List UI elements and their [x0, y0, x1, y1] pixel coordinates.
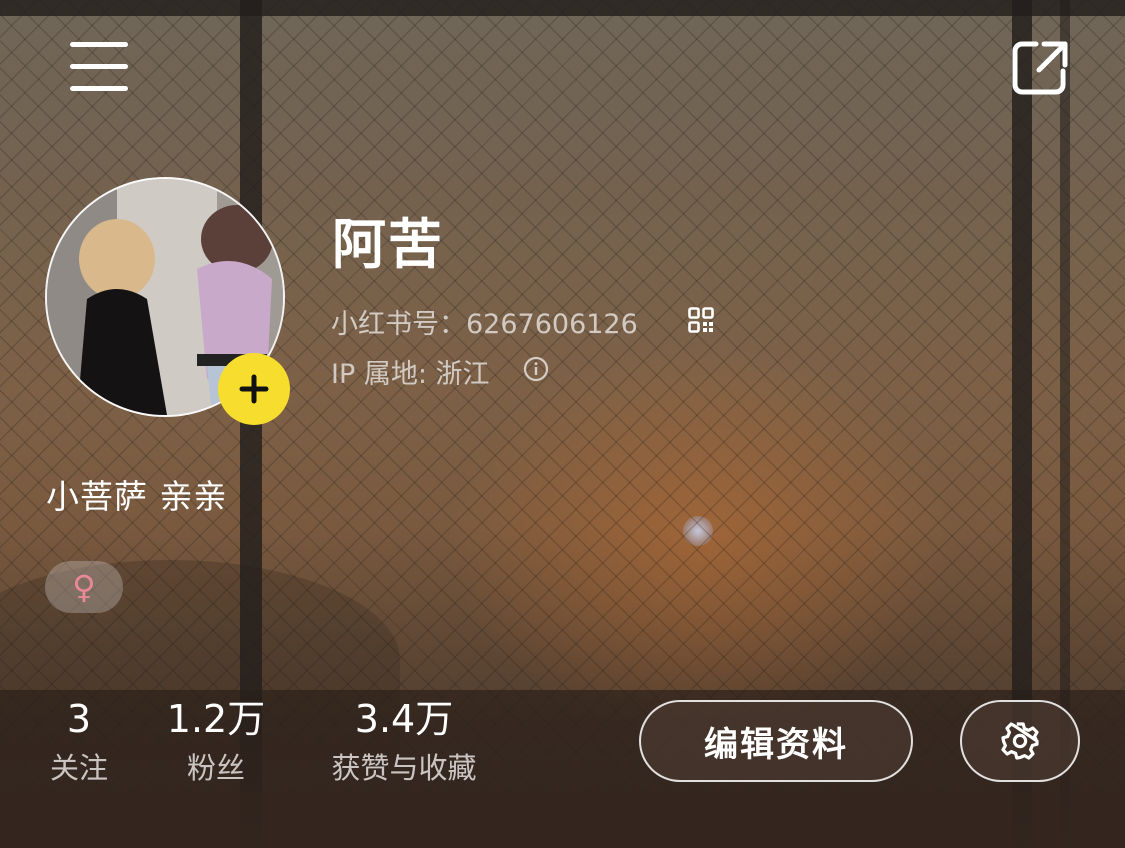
stat-value: 3.4万 — [354, 697, 454, 741]
gear-icon — [1001, 722, 1039, 760]
profile-header: 阿苦 小红书号：6267606126 IP 属地: 浙江 小菩萨 亲亲 ♀ 3 … — [0, 0, 1125, 848]
share-external-icon[interactable] — [1010, 38, 1072, 98]
account-id: 小红书号：6267606126 — [331, 309, 638, 340]
background-sun — [683, 516, 713, 546]
stat-followers[interactable]: 1.2万 粉丝 — [158, 697, 274, 785]
plus-icon — [239, 374, 269, 404]
female-icon: ♀ — [72, 568, 96, 606]
edit-profile-button[interactable]: 编辑资料 — [639, 700, 913, 782]
stat-label: 获赞与收藏 — [331, 751, 477, 785]
profile-nickname: 阿苦 — [332, 213, 444, 276]
qr-code-icon[interactable] — [688, 307, 714, 333]
stat-likes-and-saves[interactable]: 3.4万 获赞与收藏 — [316, 697, 492, 785]
stat-label: 关注 — [49, 751, 108, 785]
add-avatar-button[interactable] — [218, 353, 290, 425]
avatar-container — [45, 177, 290, 425]
ip-location: IP 属地: 浙江 — [331, 359, 490, 390]
hamburger-menu-icon[interactable] — [66, 40, 132, 94]
profile-signature: 小菩萨 亲亲 — [46, 477, 228, 516]
stat-label: 粉丝 — [186, 751, 245, 785]
stat-value: 1.2万 — [166, 697, 266, 741]
fence-rail — [0, 0, 1125, 16]
stat-value: 3 — [66, 697, 92, 741]
gender-tag: ♀ — [45, 561, 123, 613]
settings-button[interactable] — [960, 700, 1080, 782]
stat-following[interactable]: 3 关注 — [40, 697, 118, 785]
info-circle-icon[interactable] — [523, 356, 549, 382]
